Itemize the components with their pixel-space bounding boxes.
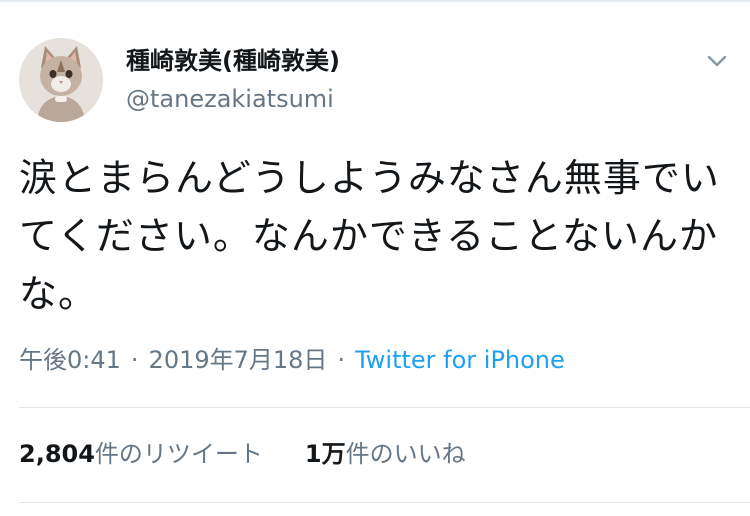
- meta-separator: ·: [337, 346, 346, 374]
- tweet-metadata: 午後0:41 · 2019年7月18日 · Twitter for iPhone: [19, 343, 565, 377]
- meta-separator: ·: [130, 346, 139, 374]
- display-name[interactable]: 種崎敦美(種崎敦美): [126, 46, 340, 76]
- like-label: 件のいいね: [345, 440, 466, 468]
- tweet-text: 涙とまらんどうしようみなさん無事でいてください。なんかできることないんかな。: [19, 156, 720, 316]
- top-border: [0, 0, 750, 2]
- cat-avatar-image: [19, 38, 103, 122]
- divider: [19, 407, 750, 408]
- tweet-source-link[interactable]: Twitter for iPhone: [355, 346, 565, 374]
- like-count: 1万: [304, 440, 346, 468]
- divider: [19, 502, 750, 503]
- like-stat[interactable]: 1万件のいいね: [305, 437, 466, 471]
- tweet-stats: 2,804件のリツイート 1万件のいいね: [19, 437, 466, 471]
- tweet-date[interactable]: 2019年7月18日: [149, 346, 328, 374]
- retweet-stat[interactable]: 2,804件のリツイート: [19, 437, 263, 471]
- avatar[interactable]: [19, 38, 103, 122]
- tweet-time[interactable]: 午後0:41: [19, 346, 121, 374]
- chevron-down-icon[interactable]: [700, 48, 734, 74]
- user-handle[interactable]: @tanezakiatsumi: [126, 84, 334, 114]
- retweet-count: 2,804: [19, 440, 95, 468]
- retweet-label: 件のリツイート: [94, 440, 263, 468]
